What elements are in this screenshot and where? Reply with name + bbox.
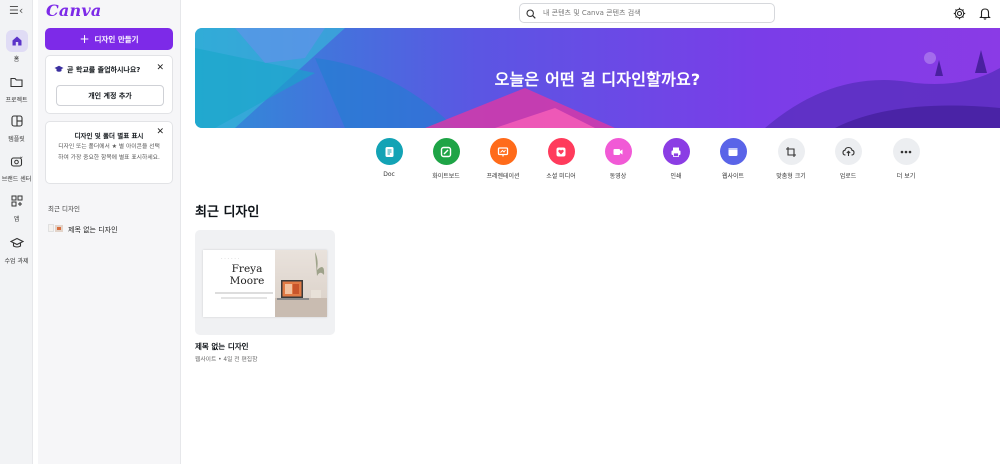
- rail-label: 템플릿: [8, 136, 25, 143]
- rail-label: 프로젝트: [5, 97, 28, 104]
- action-video[interactable]: 동영상: [588, 138, 648, 180]
- print-icon: [662, 138, 690, 165]
- graduation-cap-icon: [54, 65, 64, 75]
- action-label: 맞춤형 크기: [776, 173, 806, 180]
- graduation-icon: [6, 232, 28, 254]
- recent-design-item[interactable]: 제목 없는 디자인: [48, 223, 118, 236]
- action-website[interactable]: 웹사이트: [703, 138, 763, 180]
- plus-icon: +: [79, 32, 90, 46]
- thumbnail-text-line: [215, 292, 273, 294]
- rail-item-brand[interactable]: 브랜드 센터: [0, 150, 33, 183]
- search-bar[interactable]: [519, 3, 775, 23]
- action-upload[interactable]: 업로드: [818, 138, 878, 180]
- recent-designs-title: 최근 디자인: [195, 205, 260, 220]
- recent-designs-heading: 최근 디자인: [48, 205, 80, 213]
- action-label: 프레젠테이션: [486, 173, 520, 180]
- left-rail: ☰‹ 홈 프로젝트 템플릿 브랜드 센터 앱 수업 과제: [0, 0, 33, 464]
- rail-label: 앱: [13, 216, 20, 223]
- action-whiteboard[interactable]: 화이트보드: [416, 138, 476, 180]
- brand-icon: [6, 150, 28, 172]
- design-title[interactable]: 제목 없는 디자인: [195, 341, 249, 352]
- design-meta: 웹사이트 • 4일 전 편집함: [195, 357, 258, 363]
- create-design-button[interactable]: + 디자인 만들기: [45, 28, 173, 50]
- rail-item-templates[interactable]: 템플릿: [0, 110, 33, 143]
- custom-size-icon: [777, 138, 805, 165]
- design-thumb-icon: [48, 223, 64, 236]
- action-label: 화이트보드: [432, 173, 460, 180]
- more-icon: [892, 138, 920, 165]
- upload-icon: [834, 138, 862, 165]
- rail-item-home[interactable]: 홈: [0, 30, 33, 63]
- action-label: 웹사이트: [721, 173, 745, 180]
- folder-icon: [6, 71, 28, 93]
- thumbnail-tag-line: - - - - - -: [221, 256, 240, 260]
- action-presentation[interactable]: 프레젠테이션: [473, 138, 533, 180]
- apps-icon: [6, 190, 28, 212]
- rail-item-apps[interactable]: 앱: [0, 190, 33, 223]
- rail-item-projects[interactable]: 프로젝트: [0, 71, 33, 104]
- promo-text: 곧 학교를 졸업하시나요?: [67, 66, 141, 74]
- thumbnail-text-line: [221, 297, 267, 299]
- action-label: 인쇄: [670, 173, 682, 180]
- action-print[interactable]: 인쇄: [646, 138, 706, 180]
- search-input[interactable]: [541, 8, 761, 18]
- notification-bell-icon[interactable]: [978, 6, 992, 20]
- search-icon: [526, 4, 536, 23]
- banner-headline: 오늘은 어떤 걸 디자인할까요?: [494, 70, 701, 89]
- side-panel: Canva + 디자인 만들기 곧 학교를 졸업하시나요? ✕ 개인 계정 추가…: [38, 0, 181, 464]
- design-thumbnail[interactable]: - - - - - - Freya Moore: [195, 230, 335, 335]
- heart-icon: [547, 138, 575, 165]
- action-label: 소셜 미디어: [546, 173, 576, 180]
- rail-label: 수업 과제: [4, 258, 29, 265]
- action-label: Doc: [383, 171, 395, 178]
- rail-label: 홈: [13, 56, 20, 63]
- home-icon: [5, 30, 28, 52]
- presentation-icon: [489, 138, 517, 165]
- close-icon[interactable]: ✕: [156, 63, 164, 73]
- action-label: 업로드: [839, 173, 857, 180]
- doc-icon: [375, 138, 403, 165]
- rail-label: 브랜드 센터: [1, 176, 32, 183]
- whiteboard-icon: [432, 138, 460, 165]
- tip-body: 디자인 또는 폴더에서 ★ 별 아이콘을 선택하여 가장 중요한 항목에 별표 …: [58, 144, 160, 161]
- action-label: 더 보기: [896, 173, 916, 180]
- video-icon: [604, 138, 632, 165]
- settings-gear-icon[interactable]: [952, 6, 966, 20]
- thumbnail-title: Freya Moore: [229, 263, 265, 287]
- action-social-media[interactable]: 소셜 미디어: [531, 138, 591, 180]
- action-custom-size[interactable]: 맞춤형 크기: [761, 138, 821, 180]
- thumbnail-page: - - - - - - Freya Moore: [203, 250, 327, 317]
- promo-message: 곧 학교를 졸업하시나요?: [54, 65, 140, 75]
- collapse-sidebar-icon[interactable]: ☰‹: [9, 4, 23, 17]
- add-personal-account-button[interactable]: 개인 계정 추가: [56, 85, 164, 106]
- recent-design-label: 제목 없는 디자인: [68, 225, 118, 234]
- action-doc[interactable]: Doc: [359, 138, 419, 178]
- website-icon: [719, 138, 747, 165]
- rail-item-classes[interactable]: 수업 과제: [0, 232, 33, 265]
- create-design-label: 디자인 만들기: [94, 34, 139, 44]
- graduation-promo-card: 곧 학교를 졸업하시나요? ✕ 개인 계정 추가: [45, 55, 173, 114]
- canva-logo[interactable]: Canva: [46, 1, 101, 20]
- action-label: 동영상: [609, 173, 627, 180]
- action-more[interactable]: 더 보기: [876, 138, 936, 180]
- tip-title: 디자인 및 폴더 별표 표시: [74, 132, 144, 140]
- template-icon: [6, 110, 28, 132]
- hero-banner: 오늘은 어떤 걸 디자인할까요?: [195, 28, 1000, 128]
- thumbnail-photo: [275, 250, 327, 317]
- star-tip-card: ✕ 디자인 및 폴더 별표 표시 디자인 또는 폴더에서 ★ 별 아이콘을 선택…: [45, 121, 173, 184]
